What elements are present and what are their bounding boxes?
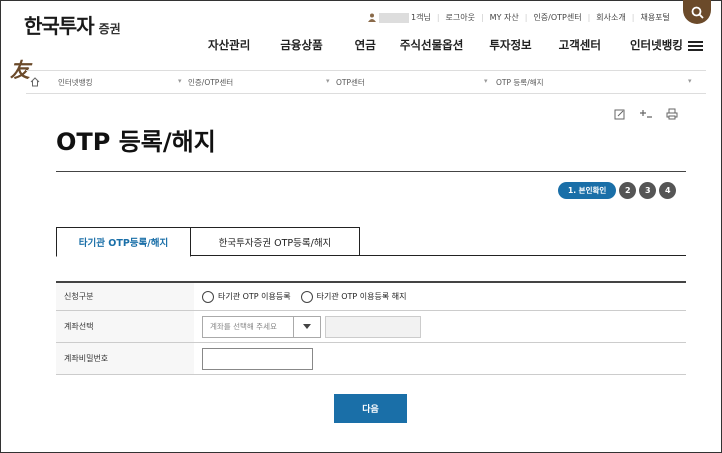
- page-title: OTP 등록/해지: [56, 128, 216, 156]
- breadcrumb-item[interactable]: 인증/OTP센터: [188, 77, 233, 88]
- field-label: 신청구분: [56, 283, 194, 310]
- utility-bar: 1객님 | 로그아웃 | MY 자산 | 인증/OTP센터 | 회사소개 | 채…: [368, 12, 670, 23]
- chevron-down-icon[interactable]: ▾: [484, 77, 488, 85]
- account-number-field: [325, 315, 421, 338]
- form-row-account-select: 계좌선택 계좌를 선택해 주세요: [56, 311, 686, 343]
- nav-customer-center[interactable]: 고객센터: [559, 37, 601, 53]
- my-assets-link[interactable]: MY 자산: [490, 12, 519, 23]
- step-4: 4: [659, 182, 677, 199]
- logo[interactable]: 한국투자 증권: [24, 10, 121, 39]
- user-suffix: 1객님: [411, 13, 431, 22]
- nav-pension[interactable]: 연금: [355, 37, 376, 53]
- main-nav: 자산관리 금융상품 연금 주식선물옵션 투자정보 고객센터 인터넷뱅킹: [208, 37, 683, 53]
- font-size-icon[interactable]: [640, 108, 652, 120]
- step-indicator: 1. 본인확인 2 3 4: [558, 182, 677, 199]
- account-password-input[interactable]: [202, 347, 313, 370]
- breadcrumb-item[interactable]: 인터넷뱅킹: [58, 77, 93, 88]
- form-row-application-type: 신청구분 타기관 OTP 이용등록 타기관 OTP 이용등록 해지: [56, 283, 686, 311]
- radio-cancel[interactable]: [300, 290, 313, 303]
- divider: |: [631, 13, 635, 22]
- logo-main-text: 한국투자: [24, 14, 95, 38]
- nav-internet-banking[interactable]: 인터넷뱅킹: [630, 37, 683, 53]
- company-link[interactable]: 회사소개: [596, 12, 625, 23]
- divider: |: [480, 13, 484, 22]
- form-row-account-password: 계좌비밀번호: [56, 343, 686, 375]
- step-active: 1. 본인확인: [558, 182, 617, 199]
- home-icon[interactable]: [30, 77, 40, 87]
- search-icon: [691, 6, 704, 19]
- caret-down-icon: [303, 324, 311, 329]
- breadcrumb-item[interactable]: OTP센터: [336, 77, 365, 88]
- field-label: 계좌비밀번호: [56, 343, 194, 374]
- masked-username: [379, 12, 409, 23]
- user-icon: [368, 13, 376, 22]
- radio-cancel-label[interactable]: 타기관 OTP 이용등록 해지: [317, 291, 407, 302]
- edit-note-icon[interactable]: [614, 108, 626, 120]
- account-select-toggle[interactable]: [294, 315, 321, 338]
- tab-korea-investment-otp[interactable]: 한국투자증권 OTP등록/해지: [191, 227, 360, 256]
- otp-center-link[interactable]: 인증/OTP센터: [533, 12, 581, 23]
- nav-stocks-futures-options[interactable]: 주식선물옵션: [400, 37, 463, 53]
- otp-form: 신청구분 타기관 OTP 이용등록 타기관 OTP 이용등록 해지 계좌선택 계…: [56, 281, 686, 375]
- print-icon[interactable]: [666, 108, 678, 120]
- chevron-down-icon[interactable]: ▾: [178, 77, 182, 85]
- nav-financial-products[interactable]: 금융상품: [280, 37, 322, 53]
- divider: |: [524, 13, 528, 22]
- tab-bar: 타기관 OTP등록/해지 한국투자증권 OTP등록/해지: [56, 227, 686, 257]
- account-select[interactable]: 계좌를 선택해 주세요: [202, 315, 294, 338]
- radio-register-label[interactable]: 타기관 OTP 이용등록: [218, 291, 291, 302]
- nav-investment-info[interactable]: 투자정보: [489, 37, 531, 53]
- logo-sub-text: 증권: [98, 22, 121, 36]
- step-3: 3: [639, 182, 657, 199]
- breadcrumb-item[interactable]: OTP 등록/해지: [496, 77, 544, 88]
- chevron-down-icon[interactable]: ▾: [688, 77, 692, 85]
- field-label: 계좌선택: [56, 311, 194, 342]
- radio-register[interactable]: [202, 290, 214, 303]
- tab-other-institution-otp[interactable]: 타기관 OTP등록/해지: [56, 227, 191, 257]
- divider: |: [587, 13, 591, 22]
- title-divider: [56, 171, 686, 172]
- careers-link[interactable]: 채용포털: [640, 12, 669, 23]
- nav-asset-management[interactable]: 자산관리: [208, 37, 250, 53]
- page-tools: [614, 108, 678, 120]
- step-2: 2: [619, 182, 637, 199]
- breadcrumb: 인터넷뱅킹 ▾ 인증/OTP센터 ▾ OTP센터 ▾ OTP 등록/해지 ▾: [26, 70, 706, 94]
- hamburger-icon[interactable]: [688, 41, 703, 51]
- divider: |: [436, 13, 440, 22]
- logout-link[interactable]: 로그아웃: [446, 12, 475, 23]
- chevron-down-icon[interactable]: ▾: [326, 77, 330, 85]
- next-button[interactable]: 다음: [334, 394, 407, 423]
